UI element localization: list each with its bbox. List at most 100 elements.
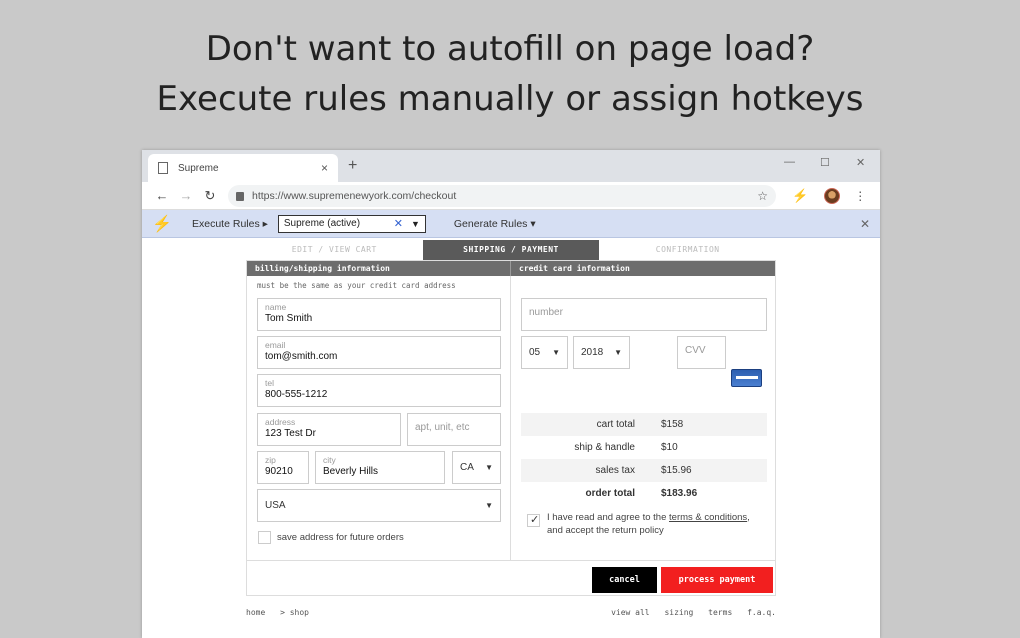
agree-line-2: and accept the return policy <box>547 525 664 536</box>
exp-month-select[interactable]: 05 ▼ <box>521 336 568 369</box>
footer-links: view all sizing terms f.a.q. <box>611 608 776 617</box>
step-cart[interactable]: EDIT / VIEW CART <box>246 240 423 260</box>
billing-note: must be the same as your credit card add… <box>257 281 456 290</box>
totals-label: sales tax <box>595 465 635 476</box>
footer-link-terms[interactable]: terms <box>708 608 732 617</box>
footer-link-home[interactable]: home <box>246 608 265 617</box>
totals-label: cart total <box>596 419 635 430</box>
year-chevron-down-icon: ▼ <box>614 348 622 357</box>
card-header: credit card information <box>519 264 630 273</box>
address-bar[interactable]: https://www.supremenewyork.com/checkout … <box>228 184 776 207</box>
back-icon[interactable]: ← <box>150 188 174 203</box>
minimize-icon[interactable]: — <box>784 156 795 168</box>
agree-pre: I have read and agree to the <box>547 512 670 523</box>
bookmark-star-icon[interactable]: ☆ <box>757 189 768 203</box>
address-value: 123 Test Dr <box>265 428 316 439</box>
city-field[interactable]: city Beverly Hills <box>315 451 445 484</box>
state-select[interactable]: CA ▼ <box>452 451 501 484</box>
close-window-icon[interactable]: ✕ <box>856 156 865 169</box>
browser-window: Supreme × + — ☐ ✕ ← → ↻ https://www.supr… <box>142 150 880 638</box>
headline-line-1: Don't want to autofill on page load? <box>205 29 815 69</box>
cvv-field[interactable]: CVV <box>677 336 726 369</box>
cancel-button[interactable]: cancel <box>592 567 657 593</box>
rule-selector[interactable]: Supreme (active) ✕ ▼ <box>277 214 426 233</box>
terms-link[interactable]: terms & conditions <box>669 512 747 523</box>
billing-section: must be the same as your credit card add… <box>247 276 511 560</box>
name-value: Tom Smith <box>265 313 313 324</box>
email-field[interactable]: email tom@smith.com <box>257 336 501 369</box>
maximize-icon[interactable]: ☐ <box>820 156 830 169</box>
cvv-placeholder: CVV <box>685 345 706 356</box>
order-totals: cart total $158 ship & handle $10 sales … <box>521 413 767 505</box>
card-number-placeholder: number <box>529 307 563 318</box>
totals-row: cart total $158 <box>521 413 767 436</box>
footer-link-view-all[interactable]: view all <box>611 608 650 617</box>
execute-rules-button[interactable]: Execute Rules ▸ <box>192 218 268 230</box>
tel-label: tel <box>265 378 274 388</box>
state-chevron-down-icon: ▼ <box>485 463 493 472</box>
new-tab-icon[interactable]: + <box>348 158 357 174</box>
name-label: name <box>265 302 287 312</box>
tab-supreme[interactable]: Supreme × <box>148 154 338 182</box>
apt-field[interactable]: apt, unit, etc <box>407 413 501 446</box>
extension-bolt-icon[interactable]: ⚡ <box>792 188 808 204</box>
totals-row: sales tax $15.96 <box>521 459 767 482</box>
exp-year-select[interactable]: 2018 ▼ <box>573 336 630 369</box>
agree-terms-label: I have read and agree to the terms & con… <box>547 511 750 537</box>
process-payment-button[interactable]: process payment <box>661 567 773 593</box>
footer-breadcrumb: home > shop <box>246 608 319 617</box>
lock-icon <box>236 192 244 201</box>
footer-link-faq[interactable]: f.a.q. <box>747 608 776 617</box>
checkout-page: EDIT / VIEW CART SHIPPING / PAYMENT CONF… <box>246 240 776 596</box>
section-headers: billing/shipping information credit card… <box>247 261 775 276</box>
agree-terms-checkbox[interactable] <box>527 513 540 527</box>
tab-title: Supreme <box>178 162 219 174</box>
browser-toolbar: ← → ↻ https://www.supremenewyork.com/che… <box>142 182 880 210</box>
dropdown-arrow-icon[interactable]: ▼ <box>411 219 420 229</box>
name-field[interactable]: name Tom Smith <box>257 298 501 331</box>
totals-value: $183.96 <box>661 488 698 499</box>
tab-strip: Supreme × + — ☐ ✕ <box>142 150 880 182</box>
tab-close-icon[interactable]: × <box>321 161 328 175</box>
tel-field[interactable]: tel 800-555-1212 <box>257 374 501 407</box>
autofill-extension-bar: ⚡ Execute Rules ▸ Supreme (active) ✕ ▼ G… <box>142 210 880 238</box>
payment-section: number 05 ▼ 2018 ▼ CVV cart total $158 s… <box>511 276 775 560</box>
state-value: CA <box>460 462 474 473</box>
totals-label: ship & handle <box>574 442 635 453</box>
apt-placeholder: apt, unit, etc <box>415 422 470 433</box>
credit-card-icon <box>731 369 762 387</box>
rule-selector-value: Supreme (active) <box>283 218 361 229</box>
footer-link-shop[interactable]: > shop <box>280 608 309 617</box>
totals-value: $15.96 <box>661 465 692 476</box>
reload-icon[interactable]: ↻ <box>198 188 222 204</box>
clear-icon[interactable]: ✕ <box>394 217 403 230</box>
country-chevron-down-icon: ▼ <box>485 501 493 510</box>
country-select[interactable]: USA ▼ <box>257 489 501 522</box>
browser-menu-icon[interactable]: ⋮ <box>854 190 866 202</box>
step-confirmation: CONFIRMATION <box>655 245 720 254</box>
email-label: email <box>265 340 286 350</box>
city-value: Beverly Hills <box>323 466 379 477</box>
address-label: address <box>265 417 296 427</box>
zip-label: zip <box>265 455 276 465</box>
generate-rules-button[interactable]: Generate Rules ▾ <box>454 218 536 230</box>
address-field[interactable]: address 123 Test Dr <box>257 413 401 446</box>
url-text: https://www.supremenewyork.com/checkout <box>252 189 457 202</box>
card-number-field[interactable]: number <box>521 298 767 331</box>
save-address-label: save address for future orders <box>277 532 404 543</box>
totals-value: $10 <box>661 442 678 453</box>
save-address-checkbox[interactable] <box>258 531 271 544</box>
extension-bar-close-icon[interactable]: ✕ <box>860 217 870 231</box>
forward-icon[interactable]: → <box>174 188 198 203</box>
totals-value: $158 <box>661 419 684 430</box>
exp-month-value: 05 <box>529 347 541 358</box>
totals-label: order total <box>585 488 635 499</box>
country-value: USA <box>265 500 286 511</box>
footer-link-sizing[interactable]: sizing <box>664 608 693 617</box>
checkout-steps: EDIT / VIEW CART SHIPPING / PAYMENT CONF… <box>246 240 776 260</box>
profile-avatar[interactable] <box>824 187 841 204</box>
zip-field[interactable]: zip 90210 <box>257 451 309 484</box>
promo-headline: Don't want to autofill on page load? Exe… <box>0 24 1020 124</box>
extension-logo-icon: ⚡ <box>152 215 172 233</box>
city-label: city <box>323 455 336 465</box>
